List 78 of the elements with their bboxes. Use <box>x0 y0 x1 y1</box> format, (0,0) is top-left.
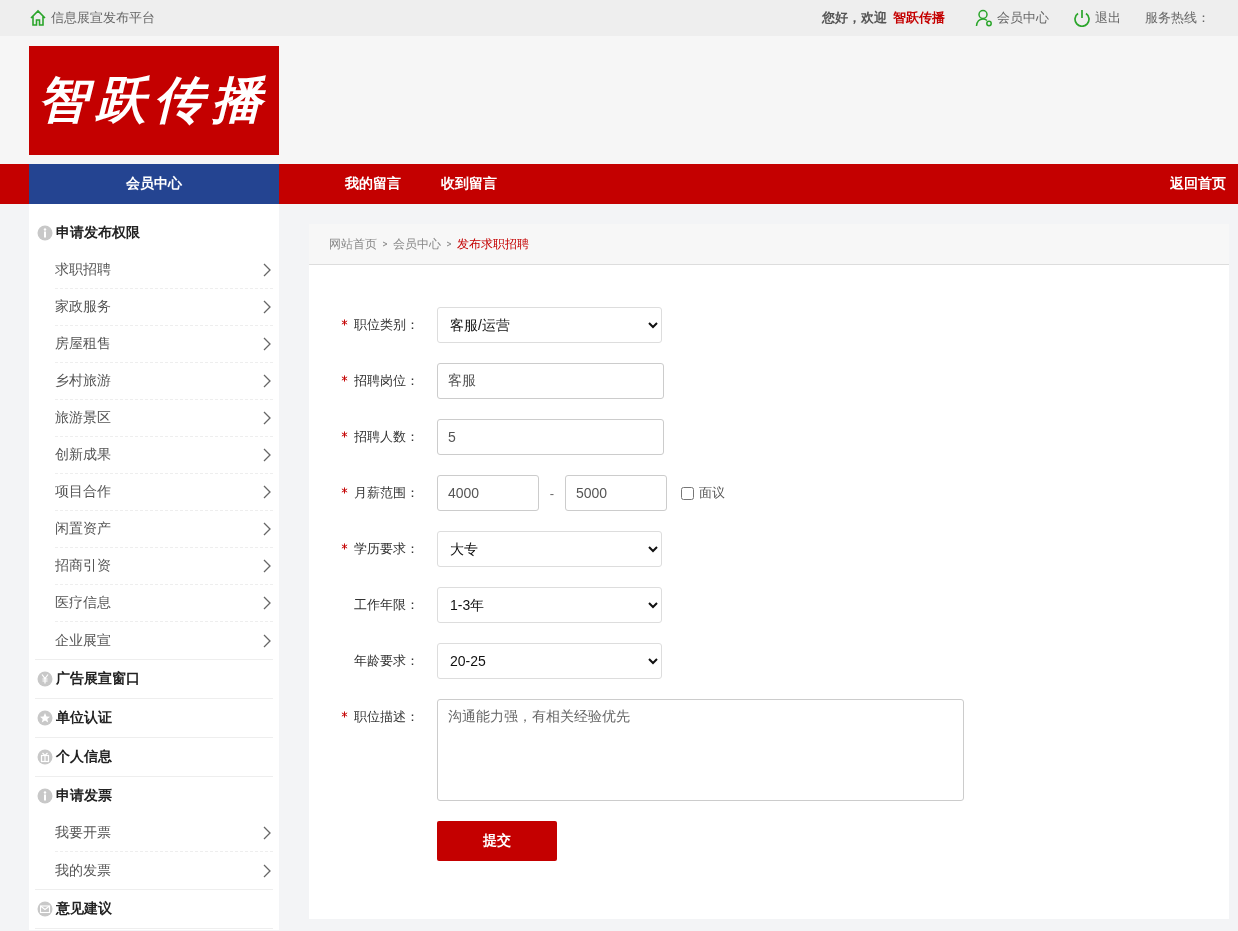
sidebar-item[interactable]: 闲置资产 <box>55 511 273 548</box>
sidebar-section-title[interactable]: 申请发布权限 <box>56 224 140 242</box>
chevron-right-icon <box>263 448 271 462</box>
sidebar-section-title[interactable]: 广告展宣窗口 <box>56 670 140 688</box>
chevron-right-icon <box>263 522 271 536</box>
chevron-right-icon <box>446 241 452 247</box>
chevron-right-icon <box>263 559 271 573</box>
submit-button[interactable]: 提交 <box>437 821 557 861</box>
nav-tab[interactable]: 收到留言 <box>421 164 517 204</box>
sidebar-item[interactable]: 医疗信息 <box>55 585 273 622</box>
field-label: 招聘岗位： <box>354 372 419 390</box>
nav-tab[interactable]: 我的留言 <box>325 164 421 204</box>
section-icon <box>37 901 53 917</box>
range-separator: - <box>548 485 556 501</box>
site-logo: 智跃传播 <box>29 46 279 155</box>
member-center-link[interactable]: 会员中心 <box>975 9 1049 27</box>
section-icon <box>37 225 53 241</box>
input-field[interactable]: 4000 <box>437 475 539 511</box>
chevron-right-icon <box>263 596 271 610</box>
sidebar-section-title[interactable]: 意见建议 <box>56 900 112 918</box>
chevron-right-icon <box>263 633 271 648</box>
chevron-right-icon <box>263 411 271 425</box>
breadcrumb-link[interactable]: 发布求职招聘 <box>457 235 529 253</box>
field-label: 职位描述： <box>354 708 419 726</box>
dropdown-field[interactable]: 大专 <box>437 531 662 567</box>
section-icon <box>37 749 53 765</box>
site-link[interactable]: 信息展宣发布平台 <box>29 9 155 27</box>
home-icon <box>29 9 47 27</box>
chevron-right-icon <box>263 300 271 314</box>
dropdown-field[interactable]: 20-25 <box>437 643 662 679</box>
field-label: 月薪范围： <box>354 484 419 502</box>
sidebar-item[interactable]: 乡村旅游 <box>55 363 273 400</box>
hotline-label: 服务热线： <box>1145 9 1210 27</box>
field-label: 年龄要求： <box>354 652 419 670</box>
sidebar-section-title[interactable]: 个人信息 <box>56 748 112 766</box>
chevron-right-icon <box>263 826 271 840</box>
section-icon <box>37 788 53 804</box>
chevron-right-icon <box>263 337 271 351</box>
chevron-right-icon <box>263 374 271 388</box>
username-link[interactable]: 智跃传播 <box>893 9 945 27</box>
sidebar-item[interactable]: 家政服务 <box>55 289 273 326</box>
input-field[interactable]: 客服 <box>437 363 664 399</box>
field-label: 招聘人数： <box>354 428 419 446</box>
sidebar-section-title[interactable]: 单位认证 <box>56 709 112 727</box>
sidebar-item[interactable]: 招商引资 <box>55 548 273 585</box>
nav-tab[interactable]: 会员中心 <box>29 164 279 204</box>
chevron-right-icon <box>382 241 388 247</box>
sidebar-item[interactable]: 我要开票 <box>55 815 273 852</box>
chevron-right-icon <box>263 485 271 499</box>
field-label: 学历要求： <box>354 540 419 558</box>
section-icon <box>37 710 53 726</box>
chevron-right-icon <box>263 263 271 277</box>
sidebar-item[interactable]: 旅游景区 <box>55 400 273 437</box>
breadcrumb-link[interactable]: 网站首页 <box>329 235 377 253</box>
user-icon <box>975 9 993 27</box>
input-field[interactable]: 5 <box>437 419 664 455</box>
sidebar-item[interactable]: 房屋租售 <box>55 326 273 363</box>
power-icon <box>1073 9 1091 27</box>
sidebar-item[interactable]: 企业展宣 <box>55 622 273 659</box>
sidebar-item[interactable]: 创新成果 <box>55 437 273 474</box>
chevron-right-icon <box>263 863 271 878</box>
field-label: 工作年限： <box>354 596 419 614</box>
dropdown-field[interactable]: 1-3年 <box>437 587 662 623</box>
sidebar-item[interactable]: 求职招聘 <box>55 252 273 289</box>
field-label: 职位类别： <box>354 316 419 334</box>
input-field[interactable]: 5000 <box>565 475 667 511</box>
logout-link[interactable]: 退出 <box>1073 9 1121 27</box>
sidebar-item[interactable]: 我的发票 <box>55 852 273 889</box>
greeting-text: 您好，欢迎 <box>822 9 887 27</box>
breadcrumb-link[interactable]: 会员中心 <box>393 235 441 253</box>
section-icon <box>37 671 53 687</box>
dropdown-field[interactable]: 客服/运营 <box>437 307 662 343</box>
checkbox[interactable] <box>681 486 694 500</box>
description-field[interactable]: 沟通能力强，有相关经验优先 <box>437 699 964 801</box>
sidebar-item[interactable]: 项目合作 <box>55 474 273 511</box>
sidebar-section-title[interactable]: 申请发票 <box>56 787 112 805</box>
checkbox-label: 面议 <box>699 484 725 502</box>
home-link[interactable]: 返回首页 <box>1170 175 1226 193</box>
